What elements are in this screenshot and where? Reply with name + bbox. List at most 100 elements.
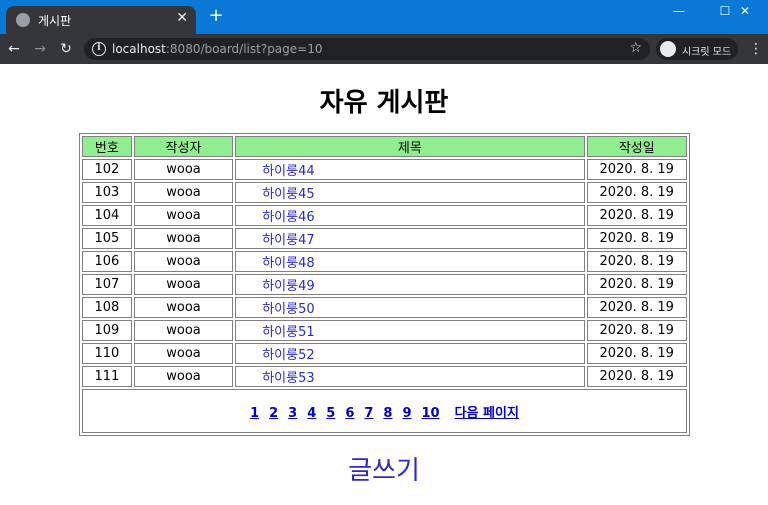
page-link[interactable]: 7 [364,406,373,421]
url-text: localhost:8080/board/list?page=10 [112,42,322,56]
cell-number: 103 [82,182,132,203]
cell-writer: wooa [133,205,234,226]
cell-writer: wooa [133,320,234,341]
table-row: 110 wooa 하이룽52 2020. 8. 19 [82,343,687,364]
url-host: localhost [112,42,166,56]
cell-title: 하이룽44 [235,159,585,180]
close-window-button[interactable]: ✕ [722,0,768,26]
cell-date: 2020. 8. 19 [586,343,687,364]
browser-toolbar: ← → ↻ i localhost:8080/board/list?page=1… [0,34,768,64]
cell-number: 106 [82,251,132,272]
incognito-label: 시크릿 모드 [682,47,732,58]
cell-date: 2020. 8. 19 [586,366,687,387]
cell-writer: wooa [133,182,234,203]
cell-title: 하이룽50 [235,297,585,318]
page-link[interactable]: 4 [307,406,316,421]
cell-writer: wooa [133,159,234,180]
post-title-link[interactable]: 하이룽49 [262,279,314,294]
post-title-link[interactable]: 하이룽44 [262,164,314,179]
cell-number: 108 [82,297,132,318]
cell-title: 하이룽52 [235,343,585,364]
cell-writer: wooa [133,228,234,249]
cell-date: 2020. 8. 19 [586,159,687,180]
post-title-link[interactable]: 하이룽47 [262,233,314,248]
cell-number: 107 [82,274,132,295]
page-link[interactable]: 9 [402,406,411,421]
header-number: 번호 [82,136,132,157]
post-title-link[interactable]: 하이룽50 [262,302,314,317]
cell-date: 2020. 8. 19 [586,228,687,249]
post-title-link[interactable]: 하이룽46 [262,210,314,225]
cell-title: 하이룽46 [235,205,585,226]
cell-title: 하이룽51 [235,320,585,341]
cell-number: 102 [82,159,132,180]
pager-row: 1 2 3 4 5 6 7 8 9 10 다음 페이지 [82,389,687,433]
page-link[interactable]: 8 [383,406,392,421]
next-page-link[interactable]: 다음 페이지 [455,406,519,421]
table-row: 102 wooa 하이룽44 2020. 8. 19 [82,159,687,180]
page-link[interactable]: 10 [422,406,440,421]
cell-number: 104 [82,205,132,226]
tab-close-icon[interactable]: ✕ [176,10,188,26]
bookmark-star-icon[interactable]: ☆ [629,40,642,56]
table-row: 106 wooa 하이룽48 2020. 8. 19 [82,251,687,272]
browser-tab[interactable]: 게시판 ✕ [6,6,196,34]
cell-date: 2020. 8. 19 [586,251,687,272]
post-title-link[interactable]: 하이룽52 [262,348,314,363]
new-tab-button[interactable]: + [206,6,226,26]
page-link[interactable]: 6 [345,406,354,421]
cell-date: 2020. 8. 19 [586,205,687,226]
cell-date: 2020. 8. 19 [586,320,687,341]
page-link[interactable]: 5 [326,406,335,421]
cell-writer: wooa [133,297,234,318]
post-title-link[interactable]: 하이룽51 [262,325,314,340]
page-link[interactable]: 1 [250,406,259,421]
table-row: 108 wooa 하이룽50 2020. 8. 19 [82,297,687,318]
table-row: 103 wooa 하이룽45 2020. 8. 19 [82,182,687,203]
post-title-link[interactable]: 하이룽53 [262,371,314,386]
table-header-row: 번호 작성자 제목 작성일 [82,136,687,157]
minimize-button[interactable]: — [656,0,702,26]
page-link[interactable]: 2 [269,406,278,421]
tab-title: 게시판 [38,14,72,28]
board-table: 번호 작성자 제목 작성일 102 wooa 하이룽44 2020. 8. 19 103… [79,133,690,436]
reload-icon[interactable]: ↻ [56,39,76,59]
table-row: 109 wooa 하이룽51 2020. 8. 19 [82,320,687,341]
cell-writer: wooa [133,343,234,364]
cell-number: 105 [82,228,132,249]
table-row: 104 wooa 하이룽46 2020. 8. 19 [82,205,687,226]
header-date: 작성일 [586,136,687,157]
header-title: 제목 [235,136,585,157]
incognito-badge[interactable]: 시크릿 모드 [656,38,738,60]
forward-arrow-icon[interactable]: → [30,39,50,59]
page-title: 자유 게시판 [319,88,449,118]
back-arrow-icon[interactable]: ← [4,39,24,59]
info-icon[interactable]: i [92,42,106,56]
cell-date: 2020. 8. 19 [586,274,687,295]
cell-title: 하이룽49 [235,274,585,295]
cell-title: 하이룽48 [235,251,585,272]
cell-number: 110 [82,343,132,364]
globe-icon [16,13,30,27]
cell-title: 하이룽45 [235,182,585,203]
post-title-link[interactable]: 하이룽45 [262,187,314,202]
write-link[interactable]: 글쓰기 [0,450,768,487]
menu-kebab-icon[interactable]: ⋮ [748,39,764,59]
incognito-icon [660,41,676,57]
cell-number: 109 [82,320,132,341]
url-path: :8080/board/list?page=10 [165,42,323,56]
cell-writer: wooa [133,366,234,387]
address-bar[interactable]: i localhost:8080/board/list?page=10 ☆ [84,38,650,60]
pagination: 1 2 3 4 5 6 7 8 9 10 다음 페이지 [82,389,687,433]
cell-writer: wooa [133,251,234,272]
cell-date: 2020. 8. 19 [586,182,687,203]
post-title-link[interactable]: 하이룽48 [262,256,314,271]
cell-number: 111 [82,366,132,387]
table-row: 111 wooa 하이룽53 2020. 8. 19 [82,366,687,387]
cell-title: 하이룽47 [235,228,585,249]
cell-writer: wooa [133,274,234,295]
page-link[interactable]: 3 [288,406,297,421]
cell-date: 2020. 8. 19 [586,297,687,318]
header-writer: 작성자 [133,136,234,157]
cell-title: 하이룽53 [235,366,585,387]
